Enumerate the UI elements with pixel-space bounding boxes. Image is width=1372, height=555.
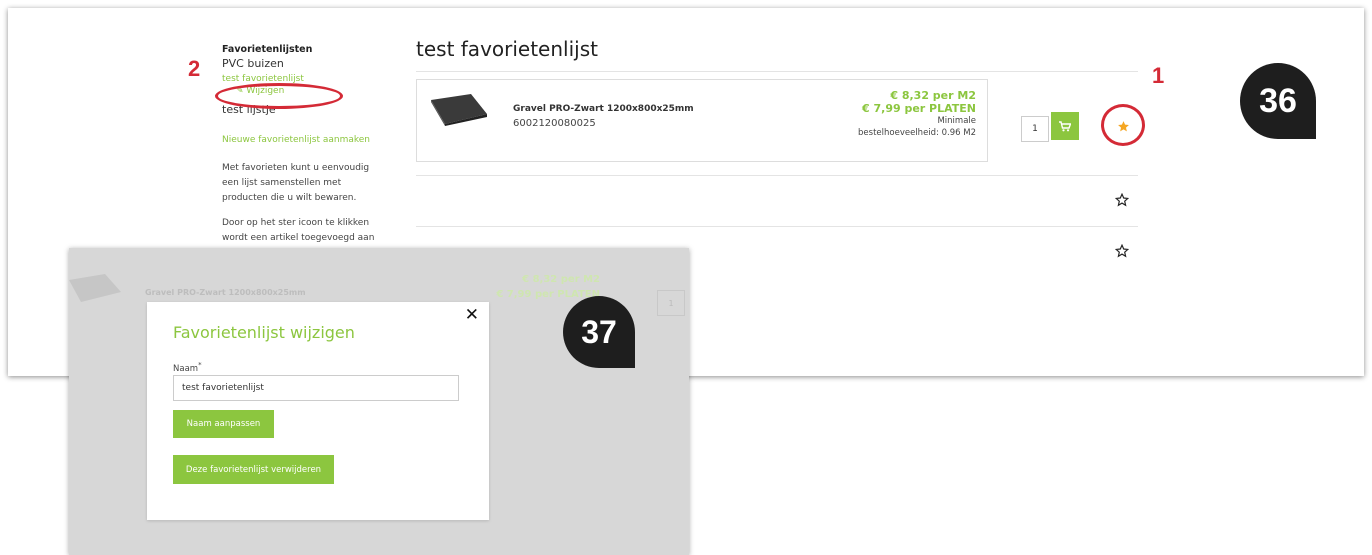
annotation-circle-1 <box>1101 104 1145 146</box>
background-product-thumbnail <box>69 274 121 302</box>
sidebar-item-test-favorietenlijst[interactable]: test favorietenlijst <box>222 73 390 85</box>
background-quantity: 1 <box>657 290 685 316</box>
minimum-order-value: bestelhoeveelheid: 0.96 M2 <box>858 128 976 138</box>
product-name[interactable]: Gravel PRO-Zwart 1200x800x25mm <box>513 104 694 114</box>
row-divider-2 <box>416 226 1138 227</box>
price-block: € 8,32 per M2 € 7,99 per PLATEN Minimale… <box>858 89 976 139</box>
edit-list-modal: ✕ Favorietenlijst wijzigen Naam* test fa… <box>147 302 489 520</box>
product-code: 6002120080025 <box>513 118 596 129</box>
title-divider <box>416 71 1138 72</box>
cart-icon <box>1059 120 1071 131</box>
step-badge-37: 37 <box>563 296 635 368</box>
star-outline-icon[interactable] <box>1115 193 1129 207</box>
rename-button[interactable]: Naam aanpassen <box>173 410 274 438</box>
quantity-input[interactable]: 1 <box>1021 116 1049 142</box>
close-icon[interactable]: ✕ <box>465 305 479 325</box>
sidebar-info-text-1: Met favorieten kunt u eenvoudig een lijs… <box>222 163 370 203</box>
delete-list-button[interactable]: Deze favorietenlijst verwijderen <box>173 455 334 484</box>
required-marker: * <box>198 361 202 369</box>
price-per-plate: € 7,99 per PLATEN <box>862 102 976 115</box>
background-product-name: Gravel PRO-Zwart 1200x800x25mm <box>145 288 306 297</box>
screenshot-37: Gravel PRO-Zwart 1200x800x25mm € 8,32 pe… <box>69 248 689 555</box>
name-label-text: Naam <box>173 363 199 374</box>
star-outline-icon[interactable] <box>1115 244 1129 258</box>
product-thumbnail[interactable] <box>427 92 489 126</box>
add-to-cart-button[interactable] <box>1051 112 1079 140</box>
annotation-marker-2: 2 <box>188 56 201 81</box>
step-badge-36: 36 <box>1240 63 1316 139</box>
favorites-sidebar: Favorietenlijsten PVC buizen test favori… <box>222 44 390 271</box>
list-name-input[interactable]: test favorietenlijst <box>173 375 459 401</box>
annotation-circle-2 <box>215 83 343 109</box>
sidebar-item-pvc-buizen[interactable]: PVC buizen <box>222 57 390 71</box>
annotation-marker-1: 1 <box>1152 63 1165 88</box>
page-title: test favorietenlijst <box>416 37 598 61</box>
minimum-order-label: Minimale <box>937 116 976 126</box>
name-label: Naam* <box>173 361 202 374</box>
background-price-m2: € 8,32 per M2 <box>522 274 600 285</box>
row-divider-1 <box>416 175 1138 176</box>
price-per-m2: € 8,32 per M2 <box>890 89 976 102</box>
product-card: Gravel PRO-Zwart 1200x800x25mm 600212008… <box>416 79 988 162</box>
modal-title: Favorietenlijst wijzigen <box>173 323 355 342</box>
sidebar-heading: Favorietenlijsten <box>222 44 313 55</box>
new-list-link[interactable]: Nieuwe favorietenlijst aanmaken <box>222 135 390 145</box>
